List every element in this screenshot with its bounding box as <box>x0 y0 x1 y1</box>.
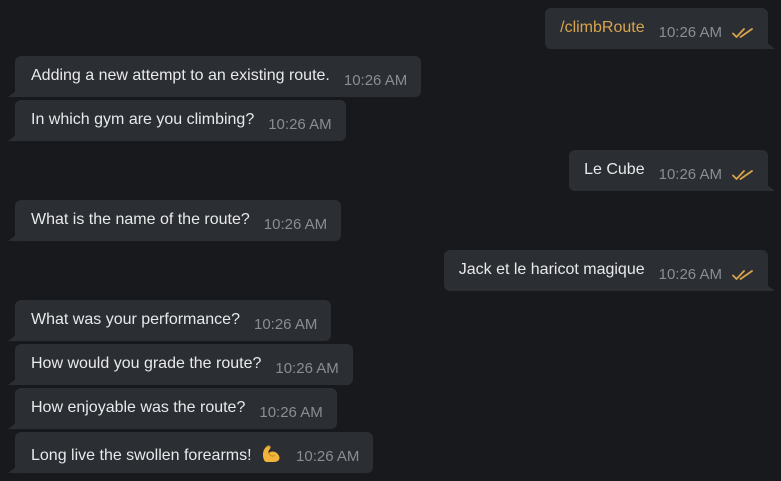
message-text: Adding a new attempt to an existing rout… <box>31 67 330 84</box>
message-bubble-outgoing[interactable]: Jack et le haricot magique 10:26 AM <box>443 250 768 291</box>
message-time: 10:26 AM <box>253 316 318 333</box>
message-bubble-incoming[interactable]: Adding a new attempt to an existing rout… <box>15 56 422 97</box>
double-check-read-icon <box>732 170 753 180</box>
message-text: Le Cube <box>584 161 645 178</box>
message-time: 10:26 AM <box>658 266 722 283</box>
message-text: What is the name of the route? <box>31 211 250 228</box>
message-bubble-incoming[interactable]: In which gym are you climbing? 10:26 AM <box>15 100 346 141</box>
message-bubble-incoming[interactable]: What was your performance? 10:26 AM <box>15 300 332 341</box>
message-bubble-incoming[interactable]: Long live the swollen forearms! 10:26 AM <box>15 432 374 473</box>
message-bubble-outgoing[interactable]: /climbRoute 10:26 AM <box>545 8 768 49</box>
message-time: 10:26 AM <box>263 216 328 233</box>
message-time: 10:26 AM <box>658 24 722 41</box>
message-text: How enjoyable was the route? <box>31 399 246 416</box>
message-time: 10:26 AM <box>259 404 323 421</box>
message-bubble-outgoing[interactable]: Le Cube 10:26 AM <box>569 150 768 191</box>
message-text: Jack et le haricot magique <box>458 261 645 278</box>
message-time: 10:26 AM <box>343 72 408 89</box>
message-text: Long live the swollen forearms! <box>31 443 282 465</box>
message-bubble-incoming[interactable]: How would you grade the route? 10:26 AM <box>15 344 353 385</box>
double-check-read-icon <box>732 28 753 38</box>
message-time: 10:26 AM <box>268 116 332 133</box>
message-time: 10:26 AM <box>296 448 360 465</box>
message-text: What was your performance? <box>31 311 240 328</box>
message-text: How would you grade the route? <box>31 355 262 372</box>
double-check-read-icon <box>732 270 753 280</box>
bot-command-link[interactable]: /climbRoute <box>560 19 644 37</box>
message-bubble-incoming[interactable]: What is the name of the route? 10:26 AM <box>15 200 342 241</box>
message-time: 10:26 AM <box>275 360 339 377</box>
message-text-content: Long live the swollen forearms! <box>31 447 252 464</box>
flexed-biceps-icon <box>262 445 280 462</box>
message-text: In which gym are you climbing? <box>31 111 255 128</box>
message-bubble-incoming[interactable]: How enjoyable was the route? 10:26 AM <box>15 388 337 429</box>
message-time: 10:26 AM <box>658 166 722 183</box>
